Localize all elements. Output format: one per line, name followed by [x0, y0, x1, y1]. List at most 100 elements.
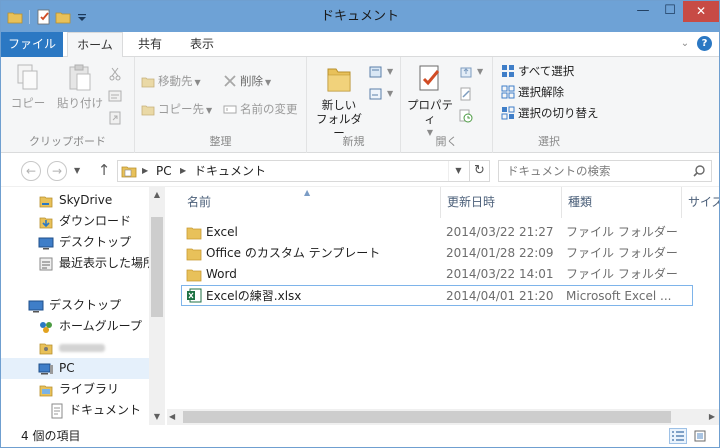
recent-places-icon [38, 256, 54, 272]
column-header-modified[interactable]: 更新日時 [441, 187, 562, 218]
nav-item-desktop-root[interactable]: デスクトップ [1, 295, 149, 316]
file-list-scrollbar[interactable]: ◀ ▶ [167, 409, 719, 425]
open-icon[interactable] [459, 65, 473, 79]
ribbon-collapse-icon[interactable]: ⌄ [678, 37, 692, 51]
file-row[interactable]: Word 2014/03/22 14:01 ファイル フォルダー [181, 264, 693, 285]
scroll-up-icon[interactable]: ▲ [149, 187, 165, 203]
large-icons-view-icon[interactable] [691, 428, 709, 444]
tab-home[interactable]: ホーム [67, 32, 123, 58]
customize-qat-icon[interactable] [74, 9, 90, 25]
file-row-selected[interactable]: Excelの練習.xlsx 2014/04/01 21:20 Microsoft… [181, 285, 693, 306]
file-row[interactable]: Office のカスタム テンプレート 2014/01/28 22:09 ファイ… [181, 243, 693, 264]
breadcrumb-documents[interactable]: ドキュメント [194, 161, 266, 181]
scroll-down-icon[interactable]: ▼ [149, 409, 165, 425]
details-view-icon[interactable] [669, 428, 687, 444]
properties-icon[interactable] [36, 9, 52, 25]
invert-selection-button[interactable]: 選択の切り替え [501, 103, 599, 123]
nav-label: ホームグループ [59, 319, 142, 333]
breadcrumb-separator-icon[interactable]: ▶ [180, 161, 186, 181]
minimize-button[interactable]: — [629, 1, 657, 22]
column-name-label: 名前 [187, 195, 212, 209]
paste-shortcut-icon[interactable] [108, 111, 122, 125]
search-box[interactable]: ドキュメントの検索 [498, 160, 712, 182]
copy-icon [17, 64, 38, 90]
paste-button[interactable]: 貼り付け [55, 63, 105, 110]
nav-item-recent-places[interactable]: 最近表示した場所 [1, 253, 149, 274]
move-to-label: 移動先 [158, 74, 193, 88]
scroll-thumb[interactable] [183, 411, 671, 423]
cut-icon[interactable] [108, 67, 122, 81]
select-group-label: 選択 [538, 135, 560, 148]
scroll-left-icon[interactable]: ◀ [169, 409, 175, 425]
history-icon[interactable] [459, 109, 473, 123]
homegroup-icon [38, 319, 54, 335]
properties-button[interactable]: プロパティ ▼ [405, 63, 455, 140]
file-list: 名前 ▲ 更新日時 種類 サイズ Excel 2014/03/22 21:27 … [167, 187, 719, 425]
new-folder-icon[interactable] [55, 9, 71, 25]
tab-share[interactable]: 共有 [127, 32, 173, 57]
nav-label: ドキュメント [69, 403, 142, 417]
breadcrumb-separator-icon[interactable]: ▶ [142, 161, 148, 181]
easy-access-icon[interactable] [369, 87, 383, 101]
new-item-dropdown-icon[interactable]: ▼ [387, 67, 393, 76]
maximize-button[interactable]: ☐ [657, 1, 683, 22]
column-header-size[interactable]: サイズ [682, 187, 719, 218]
easy-access-dropdown-icon[interactable]: ▼ [387, 89, 393, 98]
file-row[interactable]: Excel 2014/03/22 21:27 ファイル フォルダー [181, 222, 693, 243]
select-all-button[interactable]: すべて選択 [501, 61, 574, 81]
forward-button[interactable]: → [47, 161, 67, 181]
nav-pane-scrollbar[interactable]: ▲ ▼ [149, 187, 165, 425]
breadcrumb-pc[interactable]: PC [156, 161, 172, 181]
column-header-type[interactable]: 種類 [562, 187, 682, 218]
file-name: Excelの練習.xlsx [206, 289, 302, 303]
back-button[interactable]: ← [21, 161, 41, 181]
rename-label: 名前の変更 [240, 102, 298, 116]
tab-file[interactable]: ファイル [1, 32, 63, 57]
status-bar: 4 個の項目 [1, 425, 719, 447]
edit-icon[interactable] [459, 87, 473, 101]
folder-icon[interactable] [7, 9, 23, 25]
nav-label: デスクトップ [59, 235, 132, 249]
copy-to-icon [141, 102, 155, 116]
copy-to-button[interactable]: コピー先 ▼ [141, 99, 212, 119]
refresh-icon[interactable]: ↻ [469, 161, 489, 181]
nav-item-pc[interactable]: PC [1, 358, 149, 379]
file-modified: 2014/03/22 14:01 [446, 267, 554, 281]
new-item-icon[interactable] [369, 65, 383, 79]
copy-button[interactable]: コピー [9, 63, 47, 110]
new-group: 新しい フォルダー ▼ ▼ 新規 [307, 57, 401, 153]
help-icon[interactable]: ? [697, 36, 712, 51]
delete-button[interactable]: 削除 ▼ [223, 71, 271, 91]
close-button[interactable]: ✕ [683, 1, 719, 22]
up-button[interactable]: ↑ [94, 161, 114, 179]
scroll-thumb[interactable] [151, 217, 163, 317]
address-history-dropdown-icon[interactable]: ▼ [448, 161, 468, 181]
tab-view[interactable]: 表示 [179, 32, 225, 57]
properties-icon [419, 65, 440, 91]
select-group: すべて選択 選択解除 選択の切り替え 選択 [493, 57, 605, 153]
select-none-button[interactable]: 選択解除 [501, 82, 564, 102]
search-icon[interactable] [692, 164, 706, 178]
nav-item-user[interactable] [1, 337, 149, 358]
nav-item-downloads[interactable]: ダウンロード [1, 211, 149, 232]
nav-item-homegroup[interactable]: ホームグループ [1, 316, 149, 337]
navigation-pane: SkyDrive ダウンロード デスクトップ 最近表示した場所 デスクトップ ホ… [1, 187, 165, 425]
nav-item-desktop[interactable]: デスクトップ [1, 232, 149, 253]
rename-button[interactable]: 名前の変更 [223, 99, 298, 119]
nav-item-documents[interactable]: ドキュメント [1, 400, 149, 421]
open-dropdown-icon[interactable]: ▼ [477, 67, 483, 76]
scroll-right-icon[interactable]: ▶ [709, 409, 715, 425]
nav-item-skydrive[interactable]: SkyDrive [1, 190, 149, 211]
select-all-label: すべて選択 [518, 64, 575, 78]
document-icon [49, 403, 65, 419]
nav-item-libraries[interactable]: ライブラリ [1, 379, 149, 400]
recent-locations-icon[interactable]: ▼ [74, 166, 80, 175]
explorer-window: ドキュメント — ☐ ✕ ファイル ホーム 共有 表示 ⌄ ? コピー 貼り付け [0, 0, 720, 448]
file-name: Office のカスタム テンプレート [206, 246, 381, 260]
column-header-name[interactable]: 名前 [181, 187, 441, 218]
copy-path-icon[interactable] [108, 89, 122, 103]
search-input[interactable]: ドキュメントの検索 [507, 161, 611, 181]
address-bar[interactable]: ▶ PC ▶ ドキュメント ▼ ↻ [117, 160, 490, 182]
move-to-button[interactable]: 移動先 ▼ [141, 71, 201, 91]
new-folder-button[interactable]: 新しい フォルダー [313, 63, 365, 140]
